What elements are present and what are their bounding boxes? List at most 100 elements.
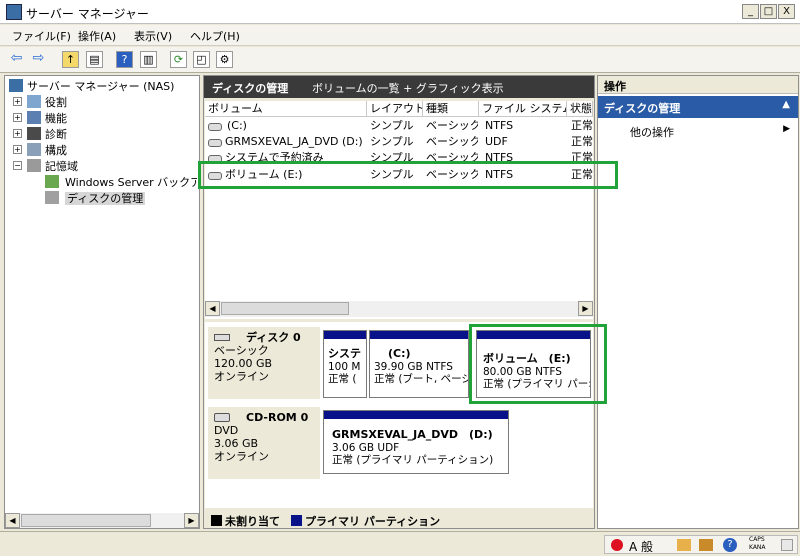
collapse-up-icon[interactable]: ▲ [782, 99, 790, 110]
options-icon[interactable] [781, 539, 793, 551]
column-header-type[interactable]: 種類 [423, 101, 479, 117]
caps-kana-indicator: CAPS KANA [749, 536, 766, 552]
partition-status: 正常 (プライマリ パー: [483, 378, 591, 390]
menu-view[interactable]: 表示(V) [134, 28, 172, 44]
cell-volume: システムで予約済み [225, 151, 324, 162]
language-bar: A 般 ? CAPS KANA [604, 535, 798, 554]
refresh-icon[interactable]: ⟳ [170, 51, 187, 68]
status-bar: A 般 ? CAPS KANA [0, 531, 800, 556]
scroll-right-icon[interactable]: ▶ [184, 513, 199, 528]
toolbar: ⇦ ⇨ ↑ ▤ ? ▥ ⟳ ◰ ⚙ [0, 47, 800, 73]
roles-icon [27, 95, 41, 108]
app-icon [6, 4, 22, 20]
unallocated-swatch [211, 515, 222, 526]
actions-section-disk-management[interactable]: ディスクの管理 ▲ [598, 96, 798, 118]
collapse-icon[interactable]: − [13, 161, 22, 170]
pane-subtitle: ボリュームの一覧 + グラフィック表示 [312, 82, 504, 95]
dictionary-icon[interactable] [699, 539, 713, 551]
expand-icon[interactable]: + [13, 97, 22, 106]
tree-item-roles[interactable]: + 役割 [13, 94, 67, 110]
tree-item-label: 記憶域 [45, 160, 78, 173]
up-folder-icon[interactable]: ↑ [62, 51, 79, 68]
show-action-pane-icon[interactable]: ▥ [140, 51, 157, 68]
partition-title: GRMSXEVAL_JA_DVD (D:) [332, 428, 493, 441]
cell-type: ベーシック [426, 151, 478, 162]
show-tree-icon[interactable]: ▤ [86, 51, 103, 68]
drive-icon [208, 123, 222, 131]
input-mode[interactable]: A 般 [629, 538, 653, 555]
drive-icon [208, 155, 222, 162]
scroll-left-icon[interactable]: ◀ [5, 513, 20, 528]
tree-item-diagnostics[interactable]: + 診断 [13, 126, 67, 142]
volume-list: ボリューム レイアウト 種類 ファイル システム 状態 (C:) シンプル ベー… [205, 101, 593, 321]
partition-title: ボリューム (E:) [483, 352, 571, 365]
column-header-layout[interactable]: レイアウト [367, 101, 423, 117]
tree-root-label: サーバー マネージャー (NAS) [27, 80, 175, 93]
legend: 未割り当て プライマリ パーティション [205, 510, 593, 528]
cell-status: 正常 [571, 135, 593, 148]
expand-icon[interactable]: + [13, 129, 22, 138]
partition-system-reserved[interactable]: システ 100 M 正常 ( [323, 330, 367, 398]
disk-management-pane: ディスクの管理 ボリュームの一覧 + グラフィック表示 ボリューム レイアウト … [203, 75, 595, 529]
tree-item-label: 役割 [45, 96, 67, 109]
cell-type: ベーシック [426, 119, 478, 132]
tree-item-configuration[interactable]: + 構成 [13, 142, 67, 158]
help-icon[interactable]: ? [723, 538, 737, 552]
partition-status: 正常 (プライマリ パーティション) [332, 454, 494, 466]
cell-type: ベーシック [426, 168, 478, 181]
partition-dvd-d[interactable]: GRMSXEVAL_JA_DVD (D:) 3.06 GB UDF 正常 (プラ… [323, 410, 509, 474]
partition-size: 39.90 GB NTFS [374, 361, 453, 373]
cdrom-0-label[interactable]: CD-ROM 0 DVD 3.06 GB オンライン [208, 407, 320, 479]
settings-icon[interactable]: ⚙ [216, 51, 233, 68]
tree-item-features[interactable]: + 機能 [13, 110, 67, 126]
tree-item-windows-backup[interactable]: Windows Server バックアップ [45, 174, 197, 190]
caps-label: CAPS [749, 536, 765, 543]
table-row[interactable]: (C:) シンプル ベーシック NTFS 正常 [205, 118, 593, 134]
partition-e[interactable]: ボリューム (E:) 80.00 GB NTFS 正常 (プライマリ パー: [476, 330, 591, 398]
menu-action[interactable]: 操作(A) [78, 28, 116, 44]
disk-management-icon [45, 191, 59, 204]
help-icon[interactable]: ? [116, 51, 133, 68]
partition-title: (C:) [388, 347, 411, 360]
list-horizontal-scrollbar[interactable]: ◀ ▶ [205, 301, 593, 317]
cell-status: 正常 [571, 119, 593, 132]
minimize-button[interactable]: _ [742, 4, 759, 19]
table-row[interactable]: システムで予約済み シンプル ベーシック NTFS 正常 [205, 150, 593, 162]
scroll-right-icon[interactable]: ▶ [578, 301, 593, 316]
primary-swatch [291, 515, 302, 526]
column-header-volume[interactable]: ボリューム [205, 101, 367, 117]
column-header-status[interactable]: 状態 [567, 101, 593, 117]
table-row-selected[interactable]: ボリューム (E:) シンプル ベーシック NTFS 正常 [205, 167, 593, 183]
ime-pad-icon[interactable] [677, 539, 691, 551]
kana-label: KANA [749, 544, 766, 551]
partition-c[interactable]: (C:) 39.90 GB NTFS 正常 (ブート, ページ [369, 330, 469, 398]
tree-item-disk-management[interactable]: ディスクの管理 [45, 190, 146, 206]
submenu-arrow-icon: ▶ [783, 124, 790, 134]
cell-volume: (C:) [227, 119, 247, 132]
menu-help[interactable]: ヘルプ(H) [190, 28, 240, 44]
menu-file[interactable]: ファイル(F) [12, 28, 71, 44]
close-button[interactable]: X [778, 4, 795, 19]
back-arrow-icon[interactable]: ⇦ [8, 51, 25, 68]
scroll-thumb[interactable] [221, 302, 349, 315]
expand-icon[interactable]: + [13, 113, 22, 122]
action-more-actions[interactable]: 他の操作 ▶ [630, 124, 790, 140]
disk-state: オンライン [214, 370, 269, 383]
table-row[interactable]: GRMSXEVAL_JA_DVD (D:) シンプル ベーシック UDF 正常 [205, 134, 593, 150]
cell-filesystem: UDF [485, 135, 508, 148]
expand-icon[interactable]: + [13, 145, 22, 154]
forward-arrow-icon[interactable]: ⇨ [30, 51, 47, 68]
tree-root[interactable]: サーバー マネージャー (NAS) [9, 78, 174, 94]
column-header-filesystem[interactable]: ファイル システム [479, 101, 567, 117]
maximize-button[interactable]: □ [760, 4, 777, 19]
scroll-left-icon[interactable]: ◀ [205, 301, 220, 316]
partition-title: システ [328, 347, 361, 360]
disk-0-label[interactable]: ディスク 0 ベーシック 120.00 GB オンライン [208, 327, 320, 399]
ime-icon[interactable] [611, 539, 623, 551]
properties-icon[interactable]: ◰ [193, 51, 210, 68]
tree-horizontal-scrollbar[interactable]: ◀ ▶ [5, 513, 199, 528]
tree-item-storage[interactable]: − 記憶域 [13, 158, 78, 174]
tree-item-label: Windows Server バックアップ [65, 176, 197, 189]
server-manager-icon [9, 79, 23, 92]
scroll-thumb[interactable] [21, 514, 151, 527]
